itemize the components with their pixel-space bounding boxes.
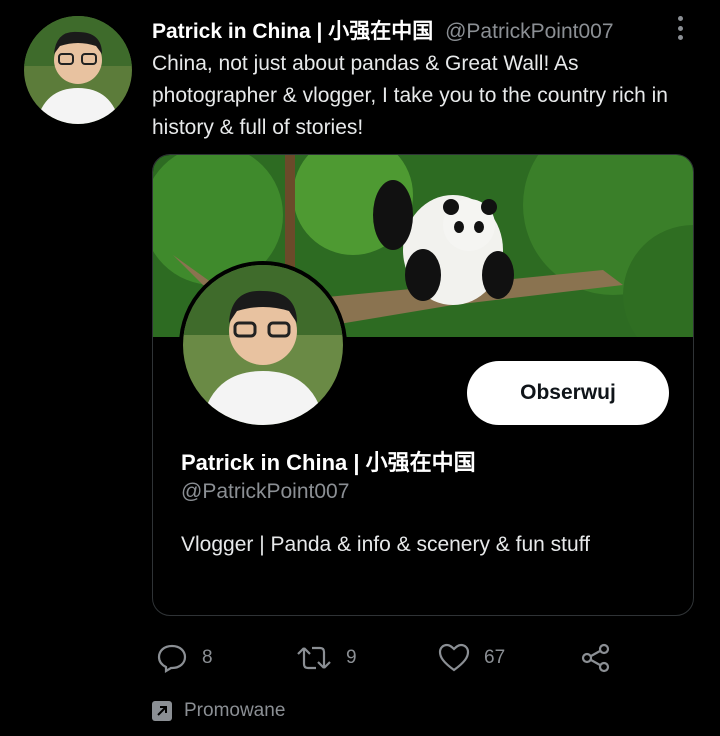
tweet-actions: 8 9 67 xyxy=(156,640,626,680)
like-button[interactable]: 67 xyxy=(438,640,505,676)
share-icon xyxy=(581,643,610,673)
like-count: 67 xyxy=(484,647,506,668)
follow-button[interactable]: Obserwuj xyxy=(467,361,669,425)
card-handle[interactable]: @PatrickPoint007 xyxy=(181,480,349,504)
card-avatar[interactable] xyxy=(179,261,347,429)
reply-button[interactable]: 8 xyxy=(156,640,213,676)
promoted-icon xyxy=(152,701,172,721)
promoted-text: Promowane xyxy=(184,700,286,721)
share-button[interactable] xyxy=(580,640,626,676)
retweet-button[interactable]: 9 xyxy=(296,640,357,676)
author-name[interactable]: Patrick in China | 小强在中国 xyxy=(152,20,433,43)
more-vertical-icon[interactable] xyxy=(670,14,690,42)
card-name[interactable]: Patrick in China | 小强在中国 xyxy=(181,445,476,477)
reply-count: 8 xyxy=(202,647,213,668)
retweet-count: 9 xyxy=(346,647,357,668)
reply-icon xyxy=(157,644,187,673)
promoted-label: Promowane xyxy=(152,700,285,722)
card-bio: Vlogger | Panda & info & scenery & fun s… xyxy=(181,533,590,556)
author-handle[interactable]: @PatrickPoint007 xyxy=(445,20,613,43)
tweet-text: China, not just about pandas & Great Wal… xyxy=(152,52,668,139)
tweet-header: Patrick in China | 小强在中国 @PatrickPoint00… xyxy=(152,18,660,46)
author-avatar[interactable] xyxy=(24,16,132,124)
like-icon xyxy=(438,643,470,672)
profile-card[interactable]: Obserwuj Patrick in China | 小强在中国 @Patri… xyxy=(152,154,694,616)
retweet-icon xyxy=(297,646,331,670)
